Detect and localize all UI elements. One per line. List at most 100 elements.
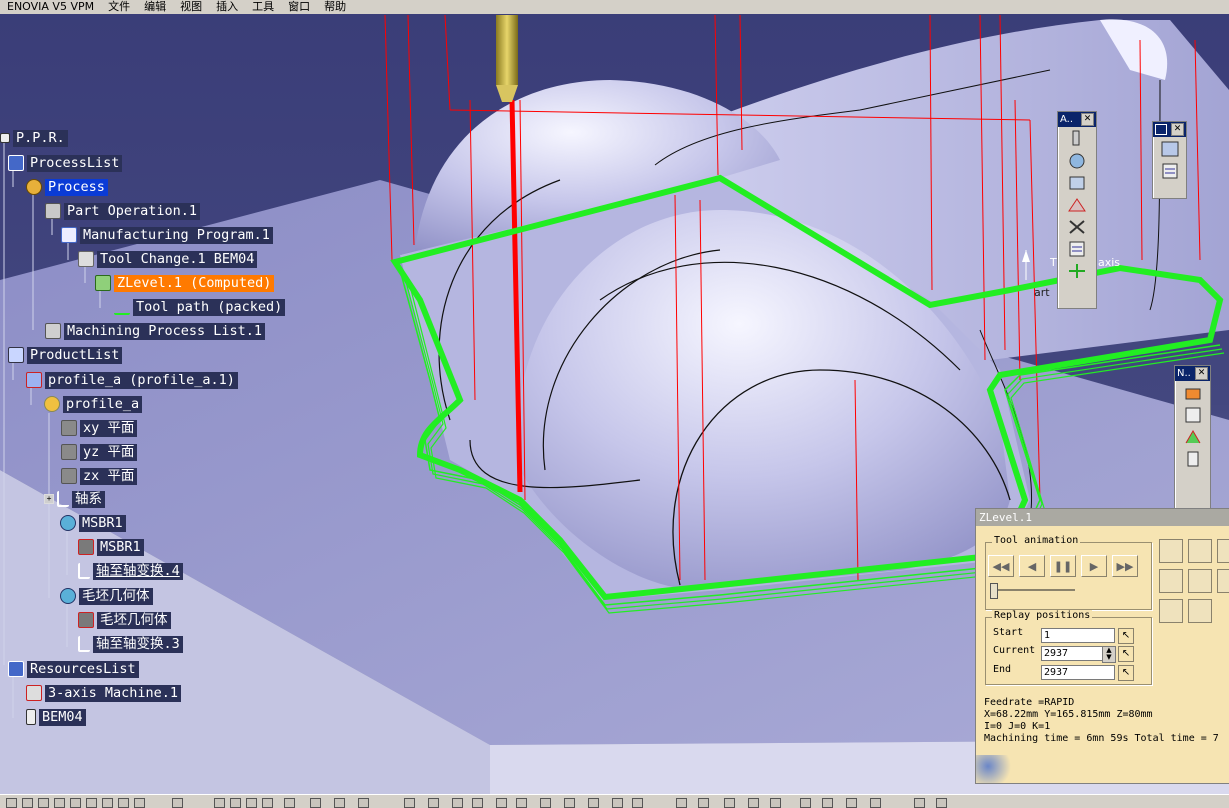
analysis-button[interactable]	[1217, 569, 1229, 593]
menu-view[interactable]: 视图	[173, 0, 209, 14]
tree-node-msbr1[interactable]: MSBR1	[78, 537, 144, 557]
dialog-title[interactable]: ZLevel.1	[976, 509, 1229, 526]
tree-node-ppr[interactable]: P.P.R.	[0, 128, 68, 148]
list-view-button[interactable]	[1159, 161, 1181, 181]
pause-button[interactable]: ❚❚	[1050, 555, 1076, 577]
ppr-icon	[0, 133, 10, 143]
tool-path-points-button[interactable]	[1066, 217, 1088, 237]
manufacturing-program-icon	[61, 227, 77, 243]
compute-tool-path-button[interactable]	[1066, 195, 1088, 215]
close-icon[interactable]: ✕	[1195, 367, 1208, 380]
axis-system-icon	[57, 491, 69, 507]
tool-path-replay-button[interactable]	[1066, 129, 1088, 149]
resources-list-icon	[8, 661, 24, 677]
tree-node-profile-a-instance[interactable]: profile_a (profile_a.1)	[26, 370, 238, 390]
tree-node-stock-geometry[interactable]: 毛坯几何体	[60, 586, 153, 606]
machine-icon	[26, 685, 42, 701]
pick-cursor-icon[interactable]: ↖	[1118, 628, 1134, 644]
tree-node-productlist[interactable]: ProductList	[8, 345, 123, 365]
tree-label-axis-transform-3: 轴至轴变换.3	[93, 635, 183, 653]
rewind-button[interactable]: ◀◀	[988, 555, 1014, 577]
operation-button-4[interactable]	[1182, 449, 1204, 469]
menu-insert[interactable]: 插入	[209, 0, 245, 14]
tree-node-yz-plane[interactable]: yz 平面	[61, 442, 138, 462]
tree-node-process[interactable]: Process	[26, 177, 108, 197]
tree-node-tool-path[interactable]: Tool path (packed)	[114, 297, 286, 317]
toolbar-b-titlebar[interactable]: ✕	[1153, 122, 1186, 137]
simulation-button[interactable]	[1066, 151, 1088, 171]
start-label: Start	[993, 627, 1024, 638]
tree-label-tool-change: Tool Change.1 BEM04	[97, 250, 258, 268]
operation-button-3[interactable]	[1182, 427, 1204, 447]
tree-node-machine[interactable]: 3-axis Machine.1	[26, 683, 182, 703]
part-icon	[44, 396, 60, 412]
close-icon[interactable]: ✕	[1081, 113, 1094, 126]
tree-node-stock-geometry-solid[interactable]: 毛坯几何体	[78, 610, 171, 630]
tree-label-profile-a-instance: profile_a (profile_a.1)	[45, 371, 238, 389]
pick-cursor-icon[interactable]: ↖	[1118, 665, 1134, 681]
operation-button-1[interactable]	[1182, 383, 1204, 403]
step-back-button[interactable]: ◀	[1019, 555, 1045, 577]
tree-label-processlist: ProcessList	[27, 154, 123, 172]
menu-file[interactable]: 文件	[101, 0, 137, 14]
expand-icon[interactable]: +	[44, 494, 54, 504]
toolbar-n-titlebar[interactable]: N.. ✕	[1175, 366, 1210, 381]
process-icon	[26, 179, 42, 195]
camera-icon[interactable]	[1159, 599, 1183, 623]
product-list-icon	[8, 347, 24, 363]
clash-detection-button[interactable]	[1188, 599, 1212, 623]
toolbar-a-titlebar[interactable]: A.. ✕	[1058, 112, 1096, 127]
tree-node-tool-change[interactable]: Tool Change.1 BEM04	[78, 249, 258, 269]
menu-help[interactable]: 帮助	[317, 0, 353, 14]
restore-icon[interactable]	[1155, 124, 1167, 135]
tool-path-edit-button[interactable]	[1066, 261, 1088, 281]
menu-window[interactable]: 窗口	[281, 0, 317, 14]
tree-node-axis-transform-4[interactable]: 轴至轴变换.4	[78, 561, 183, 581]
tree-node-processlist[interactable]: ProcessList	[8, 153, 123, 173]
tree-node-tool[interactable]: BEM04	[26, 707, 86, 727]
video-mode-button[interactable]	[1159, 569, 1183, 593]
tool-display-mode-button[interactable]	[1159, 539, 1183, 563]
tree-node-axis-transform-3[interactable]: 轴至轴变换.3	[78, 634, 183, 654]
tree-node-part-operation[interactable]: Part Operation.1	[45, 201, 201, 221]
menu-enovia[interactable]: ENOVIA V5 VPM	[0, 0, 101, 14]
end-field[interactable]: 2937	[1041, 665, 1115, 680]
fast-forward-button[interactable]: ▶▶	[1112, 555, 1138, 577]
tree-node-axis-system[interactable]: + 轴系	[44, 489, 105, 509]
save-button[interactable]	[1188, 569, 1212, 593]
tool-display-mode-button-3[interactable]	[1217, 539, 1229, 563]
floating-toolbar-n: N.. ✕	[1174, 365, 1211, 512]
operation-button-2[interactable]	[1182, 405, 1204, 425]
animation-speed-track	[990, 589, 1075, 591]
cutting-tool	[496, 15, 518, 85]
tree-node-msbr1-body[interactable]: MSBR1	[60, 513, 126, 533]
tree-label-stock-geometry: 毛坯几何体	[79, 587, 153, 605]
bottom-toolbar	[0, 794, 1229, 808]
tool-display-mode-button-2[interactable]	[1188, 539, 1212, 563]
output-file-button[interactable]	[1066, 239, 1088, 259]
tree-node-zx-plane[interactable]: zx 平面	[61, 466, 138, 486]
menu-tools[interactable]: 工具	[245, 0, 281, 14]
current-label: Current	[993, 645, 1036, 656]
start-field[interactable]: 1	[1041, 628, 1115, 643]
tool-animation-label: Tool animation	[992, 535, 1081, 546]
tree-node-machining-process-list[interactable]: Machining Process List.1	[45, 321, 266, 341]
menu-edit[interactable]: 编辑	[137, 0, 173, 14]
tree-node-xy-plane[interactable]: xy 平面	[61, 418, 138, 438]
plane-icon	[61, 468, 77, 484]
axis-transform-icon	[78, 563, 90, 579]
axis-label-axis: axis	[1098, 256, 1120, 269]
step-forward-button[interactable]: ▶	[1081, 555, 1107, 577]
machine-simulation-button[interactable]	[1066, 173, 1088, 193]
current-spinner[interactable]: ▲ ▼	[1102, 646, 1116, 663]
animation-speed-slider[interactable]	[990, 583, 998, 599]
tree-node-zlevel[interactable]: ZLevel.1 (Computed)	[95, 273, 275, 293]
close-icon[interactable]: ✕	[1171, 123, 1184, 136]
tree-label-machine: 3-axis Machine.1	[45, 684, 182, 702]
tree-node-profile-a[interactable]: profile_a	[44, 394, 143, 414]
tree-node-resourceslist[interactable]: ResourcesList	[8, 659, 139, 679]
pick-cursor-icon[interactable]: ↖	[1118, 646, 1134, 662]
product-view-button[interactable]	[1159, 139, 1181, 159]
tree-node-manufacturing-program[interactable]: Manufacturing Program.1	[61, 225, 273, 245]
tool-animation-group: Tool animation ◀◀ ◀ ❚❚ ▶ ▶▶	[985, 535, 1152, 610]
